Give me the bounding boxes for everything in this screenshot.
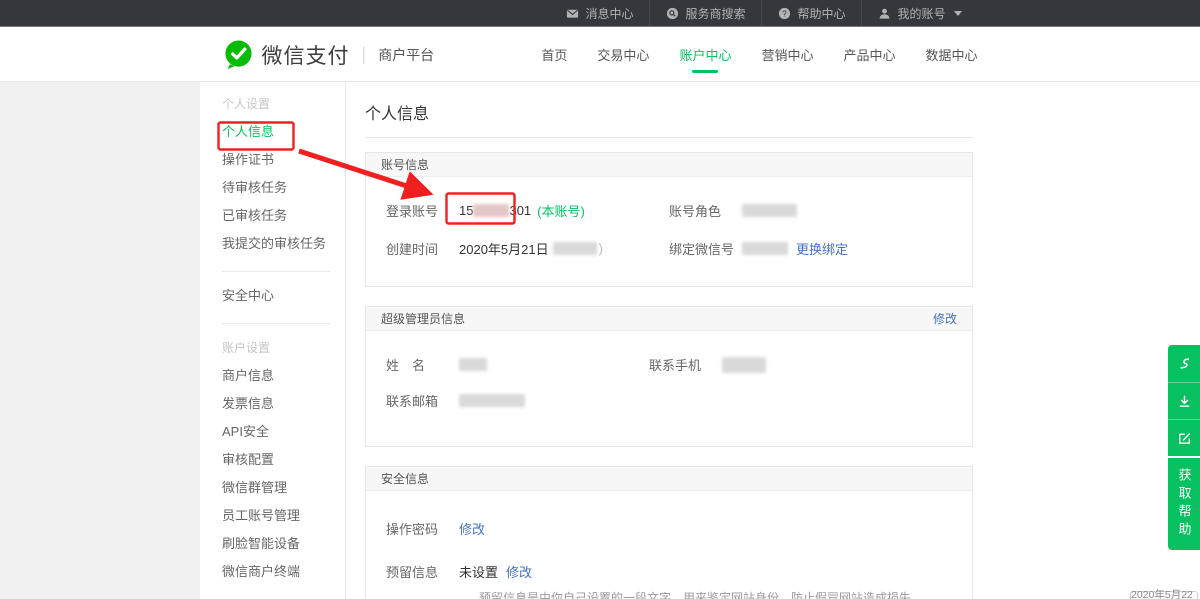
edit-icon <box>1177 431 1192 446</box>
sidebar-item-reviewed-tasks[interactable]: 已审核任务 <box>222 202 345 230</box>
panel-title: 超级管理员信息 <box>381 310 465 327</box>
panel-title: 账号信息 <box>381 156 429 173</box>
current-account-tag: (本账号) <box>537 201 585 220</box>
float-link-button[interactable] <box>1168 345 1200 382</box>
account-info-panel: 账号信息 登录账号 15301 (本账号) 账号角色 <box>365 152 973 287</box>
sidebar-divider <box>222 323 330 324</box>
sidebar: 个人设置 个人信息 操作证书 待审核任务 已审核任务 我提交的审核任务 安全中心… <box>200 82 346 599</box>
float-feedback-button[interactable] <box>1168 419 1200 456</box>
created-time-label: 创建时间 <box>386 239 459 258</box>
wechat-pay-logo-icon <box>223 39 254 70</box>
portal-label: 商户平台 <box>378 45 434 65</box>
reserved-edit-link[interactable]: 修改 <box>506 562 532 581</box>
topbar-item-label: 消息中心 <box>585 5 633 22</box>
brand: 微信支付 | 商户平台 <box>223 39 435 70</box>
contact-email-label: 联系邮箱 <box>386 391 459 410</box>
created-time-value: 2020年5月21日) <box>459 239 603 258</box>
page-title: 个人信息 <box>365 100 973 124</box>
float-download-button[interactable] <box>1168 382 1200 419</box>
rebind-link[interactable]: 更换绑定 <box>796 239 848 258</box>
redacted-admin-name <box>459 358 487 371</box>
sidebar-item-security-center[interactable]: 安全中心 <box>222 282 345 310</box>
sidebar-item-wechat-merchant-terminal[interactable]: 微信商户终端 <box>222 558 345 586</box>
reserved-info-description: 预留信息是由你自己设置的一段文字，用来鉴定网站身份，防止假冒网站造成损失。 配置… <box>479 589 952 599</box>
topbar-provider-search[interactable]: 服务商搜索 <box>649 0 761 26</box>
bound-wechat-label: 绑定微信号 <box>669 239 742 258</box>
super-admin-panel: 超级管理员信息 修改 姓 名 联系手机 联系邮箱 <box>365 306 973 447</box>
link-icon <box>1177 356 1192 371</box>
panel-title: 安全信息 <box>381 470 429 487</box>
sidebar-section-account-settings: 账户设置 <box>222 334 345 362</box>
sidebar-item-review-config[interactable]: 审核配置 <box>222 446 345 474</box>
contact-phone-label: 联系手机 <box>649 355 722 374</box>
redacted-created-time <box>553 242 597 255</box>
password-edit-link[interactable]: 修改 <box>459 519 485 538</box>
reserved-info-status: 未设置 <box>459 562 498 581</box>
get-help-label: 获取帮助 <box>1175 468 1194 540</box>
get-help-button[interactable]: 获取帮助 <box>1168 458 1200 550</box>
nav-account-center[interactable]: 账户中心 <box>679 27 731 82</box>
floating-help-rail: 获取帮助 <box>1168 345 1200 550</box>
topbar-item-label: 服务商搜索 <box>685 5 745 22</box>
main-nav: 首页 交易中心 账户中心 营销中心 产品中心 数据中心 <box>541 27 977 82</box>
chevron-down-icon <box>954 11 962 16</box>
name-label: 姓 名 <box>386 355 459 374</box>
sidebar-item-invoice-info[interactable]: 发票信息 <box>222 390 345 418</box>
redacted-contact-email <box>459 394 525 407</box>
brand-name: 微信支付 <box>262 40 350 70</box>
user-icon <box>878 7 891 20</box>
redacted-contact-phone <box>722 357 766 373</box>
redacted-account-role <box>742 204 797 217</box>
mail-icon <box>566 7 579 20</box>
redacted-login-middle <box>473 204 509 217</box>
sidebar-item-merchant-info[interactable]: 商户信息 <box>222 362 345 390</box>
sidebar-item-face-device[interactable]: 刷脸智能设备 <box>222 530 345 558</box>
topbar-item-label: 帮助中心 <box>797 5 845 22</box>
date-tooltip: 2020年5月22日 <box>1130 591 1198 599</box>
sidebar-item-operation-certificate[interactable]: 操作证书 <box>222 146 345 174</box>
sidebar-item-wechat-group-mgmt[interactable]: 微信群管理 <box>222 474 345 502</box>
reserved-info-label: 预留信息 <box>386 562 459 581</box>
sidebar-item-personal-info[interactable]: 个人信息 <box>222 118 345 146</box>
svg-text:?: ? <box>783 9 788 18</box>
topbar-item-label: 我的账号 <box>897 5 945 22</box>
account-role-label: 账号角色 <box>669 201 742 220</box>
sidebar-item-pending-review-tasks[interactable]: 待审核任务 <box>222 174 345 202</box>
login-account-label: 登录账号 <box>386 201 459 220</box>
sidebar-item-my-submitted-tasks[interactable]: 我提交的审核任务 <box>222 230 345 258</box>
header: 微信支付 | 商户平台 首页 交易中心 账户中心 营销中心 产品中心 数据中心 <box>0 27 1200 82</box>
nav-transaction-center[interactable]: 交易中心 <box>597 27 649 82</box>
redacted-wechat-id <box>742 242 788 255</box>
nav-product-center[interactable]: 产品中心 <box>843 27 895 82</box>
sidebar-section-personal-settings: 个人设置 <box>222 90 345 118</box>
sidebar-item-staff-account-mgmt[interactable]: 员工账号管理 <box>222 502 345 530</box>
topbar: 消息中心 服务商搜索 ? 帮助中心 我的账号 <box>0 0 1200 27</box>
brand-divider: | <box>362 44 367 65</box>
merchant-platform-page: 消息中心 服务商搜索 ? 帮助中心 我的账号 <box>0 0 1200 599</box>
download-icon <box>1177 394 1192 409</box>
main-content: 个人信息 账号信息 登录账号 15301 (本账号) 账号角色 <box>365 82 973 599</box>
sidebar-item-api-security[interactable]: API安全 <box>222 418 345 446</box>
security-info-panel: 安全信息 操作密码 修改 预留信息 未设置 修改 预留 <box>365 466 973 599</box>
left-gutter <box>0 82 200 599</box>
sidebar-divider <box>222 271 330 272</box>
topbar-message-center[interactable]: 消息中心 <box>550 0 649 26</box>
admin-edit-link[interactable]: 修改 <box>933 310 957 327</box>
topbar-help-center[interactable]: ? 帮助中心 <box>761 0 861 26</box>
search-icon <box>666 7 679 20</box>
login-account-value: 15301 <box>459 203 531 218</box>
nav-home[interactable]: 首页 <box>541 27 567 82</box>
title-divider <box>365 137 973 138</box>
nav-data-center[interactable]: 数据中心 <box>925 27 977 82</box>
nav-marketing-center[interactable]: 营销中心 <box>761 27 813 82</box>
topbar-my-account[interactable]: 我的账号 <box>861 0 977 26</box>
operation-password-label: 操作密码 <box>386 519 459 538</box>
help-icon: ? <box>778 7 791 20</box>
